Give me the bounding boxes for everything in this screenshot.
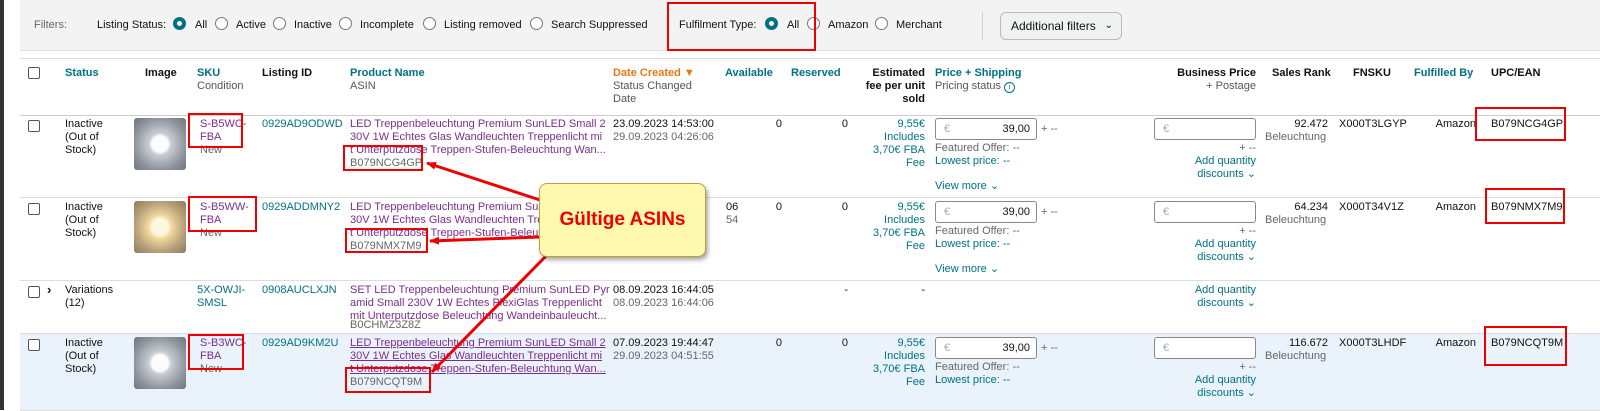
valid-asins-callout: Gültige ASINs [539,183,706,257]
arrow-to-asin-2 [429,235,541,245]
arrow-to-asin-3 [430,252,550,374]
annotation-arrows [426,161,550,374]
arrow-to-asin-1 [426,161,541,202]
